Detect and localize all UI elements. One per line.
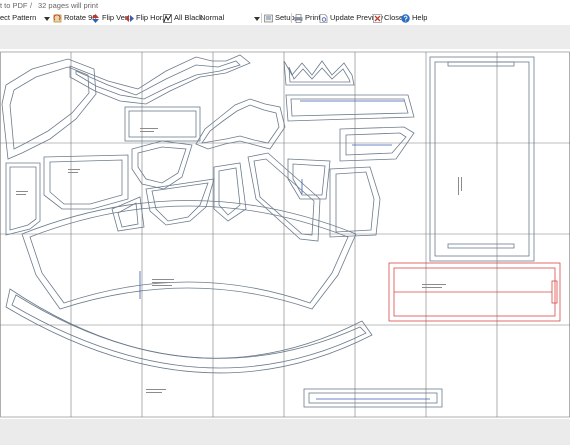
pattern-layout	[0, 51, 570, 418]
flip-vertical-button[interactable]: Flip Vert	[91, 12, 130, 24]
pattern-pieces	[1, 54, 535, 408]
display-mode-value: Normal	[200, 13, 225, 22]
pattern-piece-seam	[11, 294, 367, 369]
all-black-icon	[163, 13, 172, 23]
pattern-piece	[5, 288, 373, 374]
pattern-piece-seam	[308, 392, 438, 404]
pattern-piece	[283, 60, 355, 86]
close-icon	[373, 13, 382, 23]
pattern-piece	[124, 106, 201, 142]
pattern-piece-seam	[137, 146, 187, 184]
select-pattern-label: ect Pattern	[0, 13, 37, 22]
flip-horizontal-button[interactable]: Flip Horz	[125, 12, 166, 24]
update-preview-icon	[319, 13, 328, 23]
pattern-piece	[339, 126, 415, 162]
pattern-piece	[43, 154, 129, 210]
title-separator: /	[30, 1, 33, 10]
piece-labels	[16, 128, 462, 393]
pattern-piece-seam	[128, 110, 197, 138]
display-mode-select[interactable]: Normal	[200, 12, 260, 24]
preview-margin-bottom	[0, 419, 570, 445]
close-button[interactable]: Close	[373, 12, 403, 24]
pattern-piece-seam	[29, 205, 349, 304]
print-button[interactable]: Print	[294, 12, 320, 24]
printer-icon	[294, 13, 303, 23]
pages-status: 32 pages will print	[38, 1, 99, 10]
pattern-piece-seam	[117, 202, 139, 228]
pattern-piece	[21, 200, 357, 310]
help-icon	[401, 13, 410, 23]
grainlines	[139, 100, 430, 400]
help-button[interactable]: Help	[401, 12, 427, 24]
setup-icon	[264, 14, 273, 22]
flip-horizontal-icon	[125, 14, 134, 22]
all-black-label: All Black	[174, 13, 203, 22]
pattern-piece-seam	[9, 66, 90, 150]
rotate-90-button[interactable]: Rotate 90	[53, 12, 97, 24]
flip-vertical-icon	[92, 13, 99, 23]
pattern-piece	[131, 140, 193, 190]
export-label: t to PDF	[0, 1, 28, 10]
rotate-icon	[53, 13, 62, 22]
pattern-piece-mark	[447, 243, 515, 249]
pattern-piece-seam	[434, 61, 530, 257]
chevron-down-icon	[44, 16, 50, 21]
pattern-piece-seam	[151, 182, 209, 222]
pattern-piece	[429, 56, 535, 262]
pattern-piece	[69, 54, 251, 105]
title-strip: t to PDF / 32 pages will print	[0, 0, 570, 11]
pattern-piece-seam	[290, 98, 409, 117]
toolbar: ect Pattern Rotate 90 Flip Vert Flip Hor…	[0, 11, 570, 25]
toolbar-divider	[291, 13, 292, 23]
pattern-piece-seam	[49, 159, 123, 205]
pattern-piece-seam	[9, 166, 37, 231]
pattern-piece	[5, 162, 41, 236]
chevron-down-icon	[254, 16, 260, 21]
all-black-button[interactable]: All Black	[163, 12, 203, 24]
preview-margin-top	[0, 25, 570, 49]
help-label: Help	[412, 13, 428, 22]
pattern-piece-mark	[447, 61, 515, 67]
toolbar-divider	[261, 13, 262, 23]
selected-pattern-piece[interactable]	[388, 262, 561, 322]
pattern-piece-seam	[288, 66, 351, 83]
flip-horizontal-label: Flip Horz	[136, 13, 167, 22]
print-preview-canvas	[0, 49, 570, 419]
pattern-piece-seam	[201, 104, 280, 144]
pattern-piece	[303, 388, 443, 408]
select-pattern-dropdown[interactable]: ect Pattern	[0, 12, 50, 24]
